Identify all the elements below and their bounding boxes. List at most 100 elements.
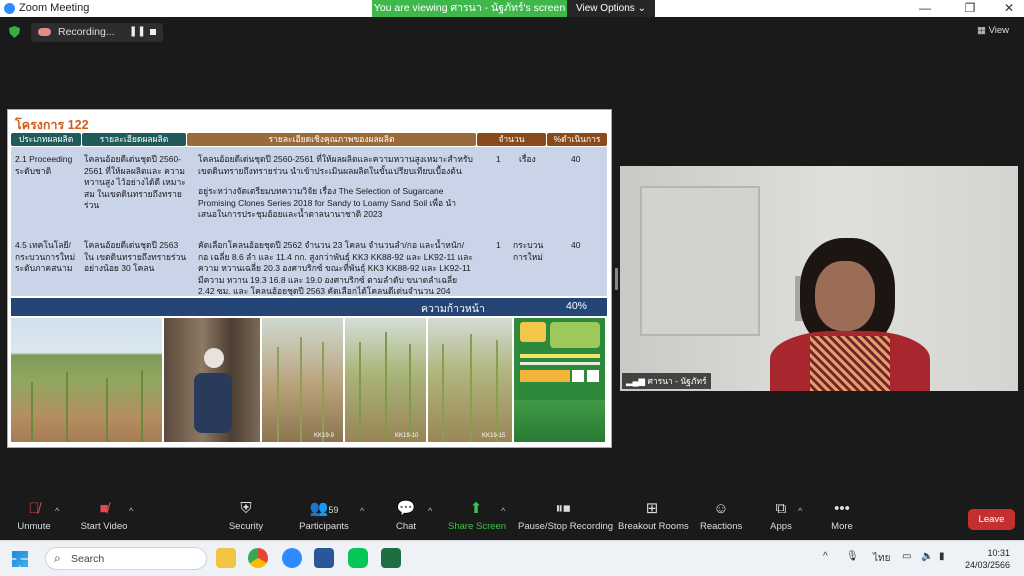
poster-text-line (520, 362, 600, 365)
pause-recording-icon[interactable]: ❚❚ (129, 26, 146, 37)
cane-stalk (106, 378, 108, 442)
microphone-icon[interactable]: 🎙 (846, 551, 859, 562)
header-quality-detail: รายละเอียดเชิงคุณภาพของผลผลิต (187, 133, 476, 146)
cane-stalk (31, 382, 33, 442)
more-button[interactable]: ••• More (828, 497, 856, 540)
progress-value: 40% (566, 300, 588, 312)
security-shield-icon[interactable] (9, 26, 20, 38)
cane-stalk (300, 337, 302, 442)
slide-title: โครงการ 122 (15, 118, 89, 132)
cane-stalk (470, 334, 472, 442)
apps-icon: ⧉ (775, 500, 787, 517)
leave-button[interactable]: Leave (968, 509, 1015, 530)
cloud-record-icon (38, 28, 51, 36)
row2-qty: 1 (496, 240, 501, 250)
cane-stalk (359, 342, 361, 442)
row2-percent: 40 (571, 240, 581, 250)
search-icon: ⌕ (54, 551, 61, 565)
start-video-button[interactable]: ■̸ Start Video (78, 497, 130, 540)
view-button[interactable]: ▦ View (977, 25, 1017, 40)
participants-caret[interactable]: ^ (360, 506, 364, 516)
chat-caret[interactable]: ^ (428, 506, 432, 516)
row1-qty: 1 (496, 154, 501, 164)
maximize-button[interactable]: ❐ (955, 0, 985, 17)
view-options-button[interactable]: View Options ⌄ (567, 0, 655, 17)
window-title: Zoom Meeting (19, 2, 90, 14)
speaker-muted-icon[interactable]: 🔈 (921, 551, 933, 562)
apps-label: Apps (770, 521, 792, 532)
tray-overflow-icon[interactable]: ^ (823, 551, 828, 562)
recording-label: Recording... (58, 26, 115, 38)
poster-image (550, 322, 600, 348)
stop-recording-icon[interactable] (150, 29, 156, 35)
row1-quality-2: อยู่ระหว่างจัดเตรียมบทความวิจัย เรื่อง T… (198, 186, 457, 219)
participant-video[interactable]: ▂▄▆ ศารนา - นัฐภัทร์ (620, 166, 1018, 391)
reactions-icon: ☺ (713, 500, 729, 517)
system-clock[interactable]: 10:31 24/03/2566 (958, 547, 1010, 571)
minimize-button[interactable]: — (910, 0, 940, 17)
file-explorer-icon[interactable] (216, 548, 236, 568)
conference-poster (514, 318, 605, 442)
split-view-handle[interactable] (615, 268, 618, 290)
shield-icon: ⛨ (240, 500, 252, 517)
recording-indicator: Recording... ❚❚ (31, 23, 163, 42)
security-button[interactable]: ⛨ Security (226, 497, 266, 540)
person (194, 373, 232, 433)
row1-quality: โคลนอ้อยดีเด่นชุดปี 2560-2561 ที่ให้ผลผล… (198, 154, 473, 176)
header-product-type: ประเภทผลผลิต (11, 133, 81, 146)
cane-photo-1: KK19-9 (262, 318, 343, 442)
reactions-label: Reactions (700, 521, 743, 532)
meeting-toolbar: 🎙̸ Unmute ^ ■̸ Start Video ^ ⛨ Security 👥59… (0, 497, 1024, 540)
row1-type: 2.1 Proceeding ระดับชาติ (15, 154, 73, 176)
breakout-rooms-label: Breakout Rooms (618, 521, 689, 532)
cane-stalk (409, 344, 411, 442)
start-video-label: Start Video (80, 521, 128, 532)
line-icon[interactable] (348, 548, 368, 568)
windows-taskbar: ⌕ Search ^ 🎙 ไทย ▭ 🔈 ▮ 10:31 24/03/2566 (0, 540, 1024, 576)
unmute-button[interactable]: 🎙̸ Unmute (14, 497, 54, 540)
excel-icon[interactable] (381, 548, 401, 568)
word-icon[interactable] (314, 548, 334, 568)
share-caret[interactable]: ^ (501, 506, 505, 516)
cane-stalk (442, 344, 444, 442)
battery-icon[interactable]: ▮ (939, 551, 945, 562)
cane-photo-3: KK19-15 (428, 318, 512, 442)
row1-unit: เรื่อง (519, 154, 536, 164)
input-language[interactable]: ไทย (873, 551, 890, 566)
zoom-app-icon[interactable] (282, 548, 302, 568)
poster-qr-code (572, 370, 584, 382)
chat-label: Chat (395, 521, 417, 532)
video-options-caret[interactable]: ^ (129, 506, 133, 516)
participants-count: 59 (328, 505, 339, 515)
breakout-rooms-button[interactable]: ⊞ Breakout Rooms (618, 497, 689, 540)
view-options-label: View Options (576, 3, 635, 14)
display-icon[interactable]: ▭ (902, 551, 911, 562)
cane-photo-2: KK19-10 (345, 318, 426, 442)
row1-percent: 40 (571, 154, 581, 164)
apps-caret[interactable]: ^ (798, 506, 802, 516)
muted-mic-icon: 🎙̸ (28, 500, 40, 517)
poster-qr-code (587, 370, 599, 382)
apps-button[interactable]: ⧉ Apps (768, 497, 794, 540)
chrome-icon[interactable] (248, 548, 268, 568)
participants-button[interactable]: 👥59 Participants (298, 497, 350, 540)
chat-button[interactable]: 💬 Chat (392, 497, 420, 540)
poster-footer (514, 400, 605, 442)
progress-bar: ความก้าวหน้า 40% (11, 298, 607, 316)
photo-label: KK19-9 (314, 433, 335, 439)
audio-options-caret[interactable]: ^ (55, 506, 59, 516)
share-screen-button[interactable]: ⬆ Share Screen (448, 497, 506, 540)
taskbar-search[interactable]: ⌕ Search (45, 547, 207, 570)
row2-detail: โคลนอ้อยดีเด่นชุดปี 2563 ใน เขตดินทรายถึ… (84, 240, 187, 273)
row1-detail: โคลนอ้อยดีเด่นชุดปี 2560-2561 ที่ให้ผลผล… (84, 154, 186, 210)
close-button[interactable]: ✕ (994, 0, 1024, 17)
cane-stalk (496, 340, 498, 442)
pause-recording-label: Pause/Stop Recording (518, 521, 614, 532)
windows-start-icon[interactable] (12, 551, 28, 567)
pause-recording-button[interactable]: ⏸⏹ Pause/Stop Recording (518, 497, 614, 540)
cane-stalk (277, 347, 279, 442)
hat (204, 348, 224, 368)
clock-time: 10:31 (987, 548, 1010, 558)
reactions-button[interactable]: ☺ Reactions (700, 497, 742, 540)
participants-icon: 👥59 (309, 500, 339, 517)
